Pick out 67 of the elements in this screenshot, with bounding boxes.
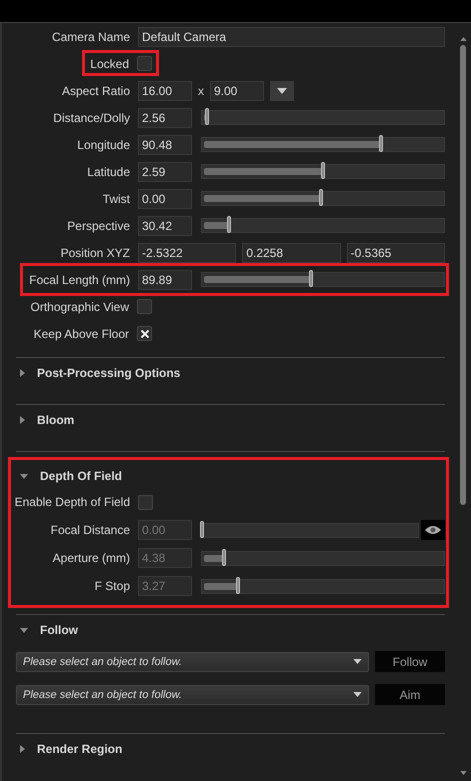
section-header[interactable]: Post-Processing Options — [16, 358, 445, 388]
eye-icon — [425, 525, 441, 535]
dropdown-button[interactable] — [270, 80, 294, 100]
slider[interactable] — [201, 272, 445, 287]
number-field[interactable]: 2.56 — [138, 108, 192, 128]
checkbox[interactable] — [137, 299, 152, 314]
section-header[interactable]: Depth Of Field — [16, 464, 445, 488]
collapse-arrow-icon — [20, 474, 28, 478]
field-label: F Stop — [94, 579, 130, 593]
section-header[interactable]: Follow — [16, 615, 445, 645]
field-label: Locked — [90, 56, 129, 70]
slider-thumb[interactable] — [204, 108, 209, 125]
slider[interactable] — [201, 137, 445, 152]
slider[interactable] — [201, 191, 445, 206]
field-label: Orthographic View — [30, 300, 129, 314]
number-field[interactable]: 0.2258 — [242, 242, 341, 262]
caret-icon — [353, 692, 362, 697]
number-field[interactable]: 9.00 — [210, 80, 264, 100]
number-field[interactable]: -0.5365 — [346, 242, 445, 262]
slider[interactable] — [201, 522, 419, 538]
caret-icon — [277, 88, 287, 94]
checkbox[interactable] — [137, 56, 152, 71]
expand-arrow-icon — [20, 745, 25, 753]
object-dropdown[interactable]: Please select an object to follow. — [16, 652, 369, 672]
field-label: Twist — [102, 192, 130, 206]
slider-thumb[interactable] — [308, 270, 313, 287]
caret-icon — [353, 659, 362, 664]
field-label: Focal Length (mm) — [29, 272, 130, 286]
section-header[interactable]: Bloom — [16, 405, 445, 435]
slider-thumb[interactable] — [318, 189, 323, 206]
scroll-up-icon[interactable] — [460, 37, 466, 41]
number-field[interactable]: 89.89 — [138, 270, 192, 290]
action-button[interactable]: Aim — [375, 684, 445, 705]
field-label: Latitude — [87, 164, 130, 178]
field-label: Longitude — [77, 138, 130, 152]
field-label: Distance/Dolly — [53, 110, 130, 124]
number-field[interactable]: 90.48 — [138, 134, 192, 154]
expand-arrow-icon — [20, 369, 25, 377]
scroll-down-icon[interactable] — [460, 771, 466, 775]
field-label: Perspective — [67, 218, 130, 232]
checkbox[interactable] — [137, 326, 152, 341]
action-button[interactable]: Follow — [375, 651, 445, 672]
text-field[interactable]: Default Camera — [138, 26, 445, 46]
slider-thumb[interactable] — [321, 162, 325, 179]
expand-arrow-icon — [20, 416, 25, 424]
section-header[interactable]: Render Region — [16, 734, 445, 764]
field-label: Aperture (mm) — [52, 551, 130, 565]
field-label: Focal Distance — [50, 523, 130, 537]
field-label: Position XYZ — [60, 246, 130, 260]
slider-thumb[interactable] — [379, 135, 384, 152]
field-label: Camera Name — [52, 30, 130, 44]
field-label: Aspect Ratio — [62, 84, 130, 98]
number-field[interactable]: 16.00 — [138, 80, 192, 100]
checkbox[interactable] — [138, 494, 153, 510]
field-label: Keep Above Floor — [34, 326, 129, 340]
number-field[interactable]: -2.5322 — [138, 242, 236, 262]
times-sign: x — [198, 84, 204, 98]
number-field[interactable]: 30.42 — [138, 216, 192, 236]
slider-thumb[interactable] — [226, 216, 231, 233]
collapse-arrow-icon — [20, 628, 28, 632]
slider[interactable] — [201, 110, 445, 125]
number-field[interactable]: 2.59 — [138, 162, 192, 182]
slider[interactable] — [201, 164, 445, 179]
field-label: Enable Depth of Field — [14, 495, 130, 509]
slider[interactable] — [201, 218, 445, 233]
object-dropdown[interactable]: Please select an object to follow. — [16, 684, 369, 704]
number-field[interactable]: 0.00 — [138, 188, 192, 208]
